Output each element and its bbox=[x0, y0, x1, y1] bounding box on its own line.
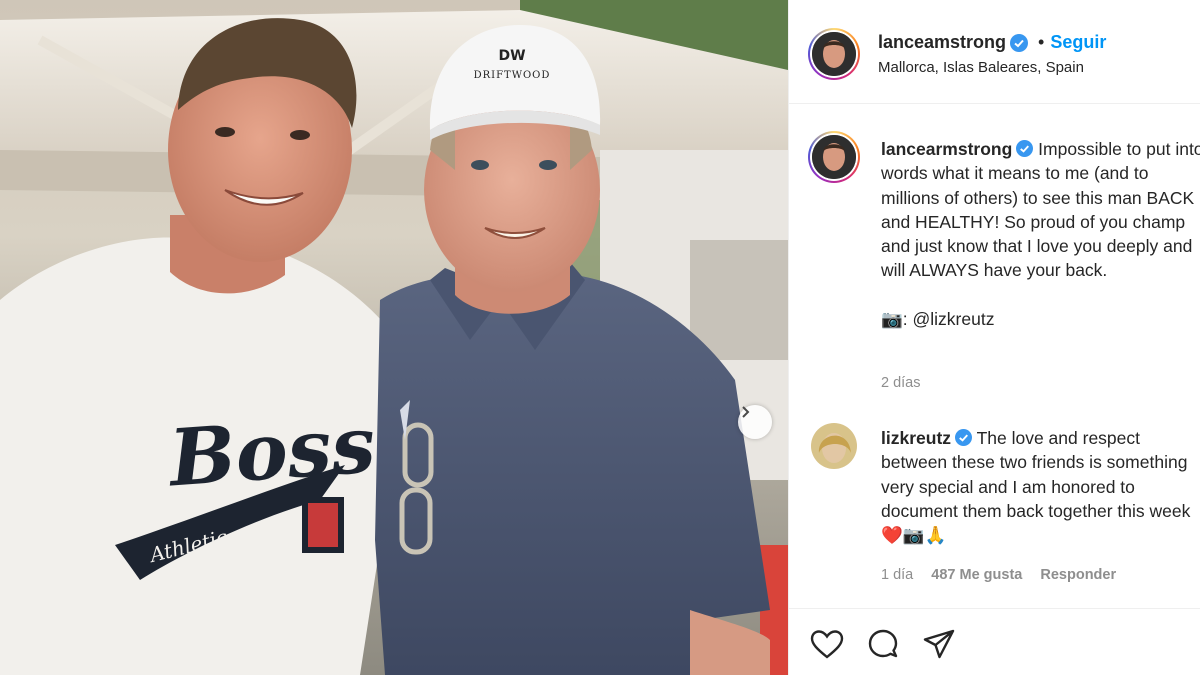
heart-emoji-icon: ❤️ bbox=[881, 525, 903, 546]
verified-badge-icon bbox=[955, 429, 973, 446]
caption-username[interactable]: lancearmstrong bbox=[881, 139, 1012, 159]
camera-emoji-icon: 📷 bbox=[902, 525, 925, 546]
cap-logo-text: DW bbox=[498, 48, 525, 64]
photo-credit: 📷: @lizkreutz bbox=[881, 307, 1200, 331]
separator-dot: • bbox=[1038, 32, 1045, 52]
comment-bubble-icon bbox=[868, 629, 898, 658]
author-avatar[interactable] bbox=[808, 28, 860, 80]
caption-timestamp[interactable]: 2 días bbox=[881, 375, 921, 391]
comment-likes[interactable]: 487 Me gusta bbox=[931, 567, 1022, 583]
commenter-avatar[interactable] bbox=[811, 423, 857, 469]
comment-button[interactable] bbox=[865, 627, 901, 663]
follow-button[interactable]: Seguir bbox=[1050, 32, 1106, 53]
caption-text: Impossible to put into words what it mea… bbox=[881, 139, 1200, 281]
pray-emoji-icon: 🙏 bbox=[924, 525, 947, 546]
comment-timestamp[interactable]: 1 día bbox=[881, 567, 913, 583]
chevron-right-icon bbox=[742, 406, 750, 418]
like-button[interactable] bbox=[809, 627, 845, 663]
paper-plane-icon bbox=[923, 629, 955, 659]
avatar-photo bbox=[811, 423, 857, 469]
share-button[interactable] bbox=[921, 627, 957, 663]
verified-badge-icon bbox=[1016, 140, 1034, 157]
post-photo[interactable]: Boss Athletic DW DRIFTWOOD bbox=[0, 0, 788, 675]
post-actions-bar bbox=[789, 608, 1200, 675]
shirt-boss-text: Boss bbox=[165, 399, 379, 504]
post-header: lanceamstrong • Seguir Mallorca, Islas B… bbox=[789, 0, 1200, 104]
cap-brand-text: DRIFTWOOD bbox=[474, 70, 551, 81]
post-location[interactable]: Mallorca, Islas Baleares, Spain bbox=[878, 59, 1084, 76]
camera-emoji-icon: 📷 bbox=[881, 308, 903, 329]
heart-icon bbox=[810, 630, 844, 659]
avatar-photo bbox=[812, 32, 856, 76]
commenter-username[interactable]: lizkreutz bbox=[881, 428, 951, 448]
photo-credit-mention[interactable]: : @lizkreutz bbox=[903, 309, 995, 329]
caption-avatar[interactable] bbox=[808, 131, 860, 183]
avatar-photo bbox=[812, 135, 856, 179]
author-username[interactable]: lanceamstrong bbox=[878, 32, 1006, 53]
verified-badge-icon bbox=[1010, 33, 1029, 52]
reply-button[interactable]: Responder bbox=[1040, 567, 1116, 583]
next-photo-button[interactable] bbox=[738, 405, 772, 439]
post-photo-illustration: Boss Athletic DW DRIFTWOOD bbox=[0, 0, 788, 675]
post-side-panel: lanceamstrong • Seguir Mallorca, Islas B… bbox=[788, 0, 1200, 675]
